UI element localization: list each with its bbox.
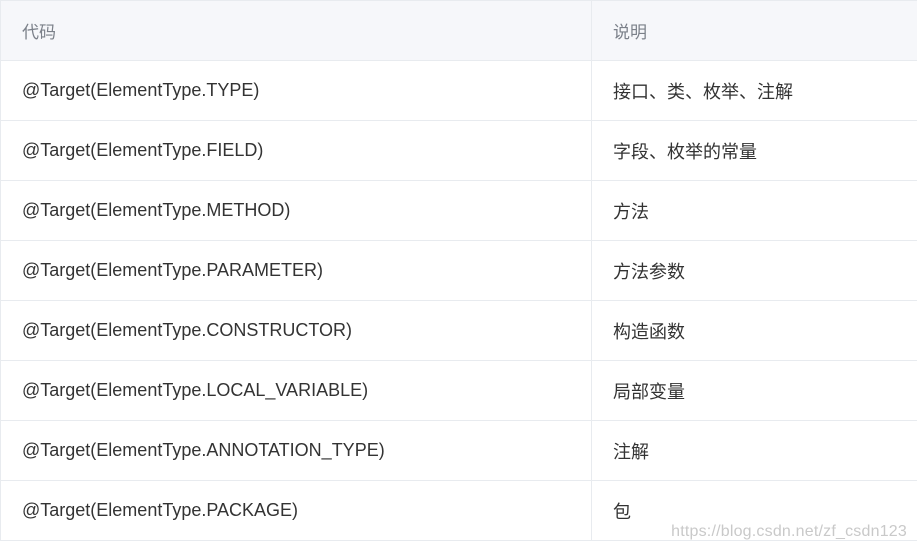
- table-row: @Target(ElementType.FIELD) 字段、枚举的常量: [0, 120, 917, 181]
- table-row: @Target(ElementType.LOCAL_VARIABLE) 局部变量: [0, 360, 917, 421]
- cell-description: 局部变量: [591, 360, 917, 421]
- cell-code: @Target(ElementType.PARAMETER): [0, 240, 592, 301]
- cell-code: @Target(ElementType.PACKAGE): [0, 480, 592, 541]
- table-row: @Target(ElementType.PARAMETER) 方法参数: [0, 240, 917, 301]
- table-row: @Target(ElementType.METHOD) 方法: [0, 180, 917, 241]
- cell-description: 接口、类、枚举、注解: [591, 60, 917, 121]
- element-type-table: 代码 说明 @Target(ElementType.TYPE) 接口、类、枚举、…: [0, 0, 917, 541]
- header-row: 代码 说明: [0, 0, 917, 61]
- cell-code: @Target(ElementType.FIELD): [0, 120, 592, 181]
- watermark: https://blog.csdn.net/zf_csdn123: [671, 523, 907, 540]
- cell-code: @Target(ElementType.CONSTRUCTOR): [0, 300, 592, 361]
- cell-code: @Target(ElementType.TYPE): [0, 60, 592, 121]
- cell-code: @Target(ElementType.ANNOTATION_TYPE): [0, 420, 592, 481]
- cell-description: 方法: [591, 180, 917, 241]
- table-row: @Target(ElementType.ANNOTATION_TYPE) 注解: [0, 420, 917, 481]
- table-row: @Target(ElementType.CONSTRUCTOR) 构造函数: [0, 300, 917, 361]
- cell-code: @Target(ElementType.LOCAL_VARIABLE): [0, 360, 592, 421]
- table-body: @Target(ElementType.TYPE) 接口、类、枚举、注解 @Ta…: [0, 60, 917, 541]
- table-row: @Target(ElementType.TYPE) 接口、类、枚举、注解: [0, 60, 917, 121]
- table-header: 代码 说明: [0, 0, 917, 61]
- cell-code: @Target(ElementType.METHOD): [0, 180, 592, 241]
- header-description: 说明: [591, 0, 917, 61]
- cell-description: 注解: [591, 420, 917, 481]
- header-code: 代码: [0, 0, 592, 61]
- cell-description: 构造函数: [591, 300, 917, 361]
- cell-description: 字段、枚举的常量: [591, 120, 917, 181]
- cell-description: 方法参数: [591, 240, 917, 301]
